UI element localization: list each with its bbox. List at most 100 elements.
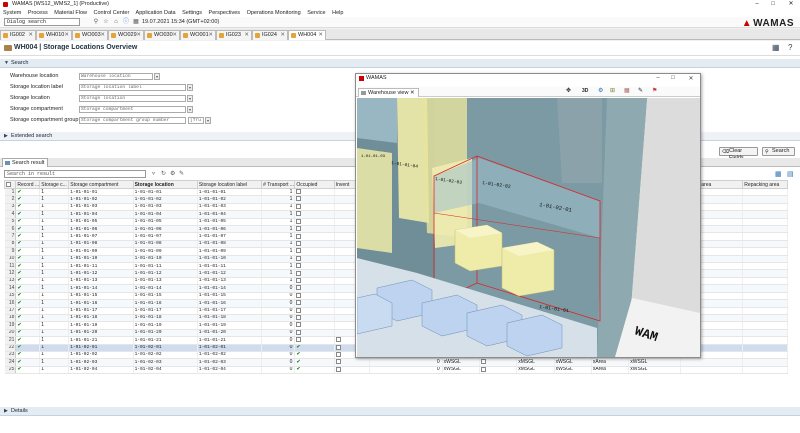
refresh-icon[interactable]: ↻ <box>161 170 166 177</box>
tab-ig023[interactable]: IG023 ✕ <box>216 30 252 40</box>
3d-toggle-button[interactable]: 3D <box>582 88 588 94</box>
close-button[interactable]: ✕ <box>785 0 797 9</box>
column-header[interactable]: Occupied <box>294 180 335 189</box>
maximize-button[interactable]: □ <box>767 0 779 9</box>
storage-location-cell: 1-01-01-10 <box>133 255 198 264</box>
close-tab-icon[interactable]: ✕ <box>280 31 285 40</box>
warehouse-view-window[interactable]: WAMAS – □ ✕ Warehouse view ✕ ✥ 3D ⚙ ⊞ ▦ … <box>355 73 701 358</box>
storage-location-input[interactable]: Storage location <box>79 95 186 102</box>
select-all-checkbox[interactable] <box>6 181 11 187</box>
popup-minimize-button[interactable]: – <box>653 75 663 81</box>
close-tab-icon[interactable]: ✕ <box>244 31 249 40</box>
lookup-button[interactable]: ▾ <box>187 84 193 91</box>
column-header[interactable]: Storage compartment <box>68 180 134 189</box>
help-icon[interactable]: ? <box>788 43 792 52</box>
warehouse-3d-canvas[interactable]: WAM 1-01-01-04 1-01-02-03 1-01-02-02 1-0… <box>357 98 700 357</box>
menu-application-data[interactable]: Application Data <box>136 10 176 16</box>
menu-control-center[interactable]: Control Center <box>94 10 130 16</box>
column-header[interactable]: Repacking area <box>742 180 788 189</box>
occupied-checkbox <box>296 337 302 343</box>
tab-ig024[interactable]: IG024 ✕ <box>252 30 288 40</box>
menu-system[interactable]: System <box>3 10 21 16</box>
close-tab-icon[interactable]: ✕ <box>172 31 177 40</box>
settings-icon[interactable]: ⚙ <box>170 170 175 177</box>
boolean-select[interactable]: [Tru <box>188 117 204 124</box>
close-tab-icon[interactable]: ✕ <box>136 31 141 40</box>
lookup-button[interactable]: ▾ <box>187 95 193 102</box>
search-button[interactable]: ⚲ Search <box>762 147 795 156</box>
search-icon[interactable]: ⚲ <box>92 18 100 26</box>
tab-wh010[interactable]: WH010 ✕ <box>36 30 72 40</box>
lookup-button[interactable]: ▾ <box>187 106 193 113</box>
menu-service[interactable]: Service <box>307 10 325 16</box>
menu-operations-monitoring[interactable]: Operations Monitoring <box>247 10 301 16</box>
settings-icon[interactable]: ⚙ <box>598 87 603 94</box>
close-tab-icon[interactable]: ✕ <box>208 31 213 40</box>
tab-wo029[interactable]: WO029 ✕ <box>108 30 144 40</box>
close-tab-icon[interactable]: ✕ <box>100 31 105 40</box>
move-icon[interactable]: ✥ <box>566 87 571 94</box>
export-excel-icon[interactable]: ▤ <box>787 170 794 178</box>
calendar-icon[interactable]: ▦ <box>132 18 140 26</box>
flag-icon[interactable]: ⚑ <box>652 87 657 94</box>
popup-maximize-button[interactable]: □ <box>668 75 678 81</box>
storage-compartment-group-input[interactable]: Storage compartment group number <box>79 117 186 124</box>
grid-icon[interactable]: ▦ <box>624 87 630 94</box>
menu-help[interactable]: Help <box>332 10 343 16</box>
menu-process[interactable]: Process <box>28 10 48 16</box>
close-tab-icon[interactable]: ✕ <box>410 90 415 96</box>
clear-fields-button[interactable]: ⌫Clear Fields <box>719 147 758 161</box>
close-tab-icon[interactable]: ✕ <box>64 31 69 40</box>
table-row[interactable]: 24 ✔ 1 1-01-02-03 1-01-02-03 1-01-02-03 0 ✔ 0 xWS… <box>4 358 788 367</box>
column-header[interactable]: # Transport ... <box>261 180 296 189</box>
layers-icon[interactable]: ⊞ <box>610 87 615 94</box>
occupied-cell: ✔ <box>294 366 335 375</box>
storage-c-cell: 1 <box>39 321 70 330</box>
storage-location-cell: 1-01-01-03 <box>133 203 198 212</box>
search-in-result-input[interactable]: Search in result <box>4 170 146 178</box>
minimize-button[interactable]: – <box>751 0 763 9</box>
warehouse-location-input[interactable]: Warehouse location <box>79 73 153 80</box>
home-icon[interactable]: ⌂ <box>112 18 120 26</box>
info-icon[interactable]: ⓘ <box>122 18 130 26</box>
storage-location-label-cell: 1-01-01-09 <box>197 247 263 256</box>
dialog-search-input[interactable]: Dialog search <box>4 18 80 26</box>
row-number-header[interactable] <box>4 180 17 189</box>
tab-ig002[interactable]: IG002 ✕ <box>0 30 36 40</box>
tab-wo030[interactable]: WO030 ✕ <box>144 30 180 40</box>
tab-wo001[interactable]: WO001 ✕ <box>180 30 216 40</box>
storage-location-label-input[interactable]: Storage location label <box>79 84 186 91</box>
tab-warehouse-view[interactable]: Warehouse view ✕ <box>358 88 419 97</box>
grid-settings-icon[interactable]: ▦ <box>775 170 782 178</box>
column-header[interactable]: Storage c... <box>39 180 70 189</box>
lookup-button[interactable]: ▾ <box>205 117 211 124</box>
table-row[interactable]: 25 ✔ 1 1-01-02-04 1-01-02-04 1-01-02-04 0 ✔ 0 xWS… <box>4 366 788 375</box>
details-section-header[interactable]: ▶ Details <box>0 407 800 416</box>
close-tab-icon[interactable]: ✕ <box>28 31 33 40</box>
tab-search-result[interactable]: Search result <box>2 158 49 167</box>
close-tab-icon[interactable]: ✕ <box>318 31 323 40</box>
transport-count-cell: 0 <box>261 366 296 375</box>
star-icon[interactable]: ☆ <box>102 18 110 26</box>
extra-checkbox <box>480 366 486 372</box>
edit-icon[interactable]: ✎ <box>179 170 184 177</box>
export-icon[interactable]: ▦ <box>772 43 780 52</box>
tab-wh004[interactable]: WH004 ✕ <box>288 30 326 40</box>
search-section-header[interactable]: ▼ Search <box>0 59 800 68</box>
lookup-button[interactable]: ▾ <box>154 73 160 80</box>
occupied-cell <box>294 321 335 330</box>
record-ok-icon: ✔ <box>17 210 22 217</box>
menu-material-flow[interactable]: Material Flow <box>54 10 87 16</box>
column-header[interactable]: Record ... <box>15 180 41 189</box>
menu-perspectives[interactable]: Perspectives <box>209 10 241 16</box>
occupied-checkbox <box>296 218 302 224</box>
storage-compartment-input[interactable]: Storage compartment <box>79 106 186 113</box>
popup-close-button[interactable]: ✕ <box>686 75 696 82</box>
edit-icon[interactable]: ✎ <box>638 87 643 94</box>
column-header[interactable]: Storage location <box>132 180 198 189</box>
row-number-cell: 3 <box>4 203 17 212</box>
filter-icon[interactable]: ▿ <box>152 170 155 177</box>
menu-settings[interactable]: Settings <box>182 10 202 16</box>
column-header[interactable]: Storage location label <box>196 180 263 189</box>
tab-wo003[interactable]: WO003 ✕ <box>72 30 108 40</box>
